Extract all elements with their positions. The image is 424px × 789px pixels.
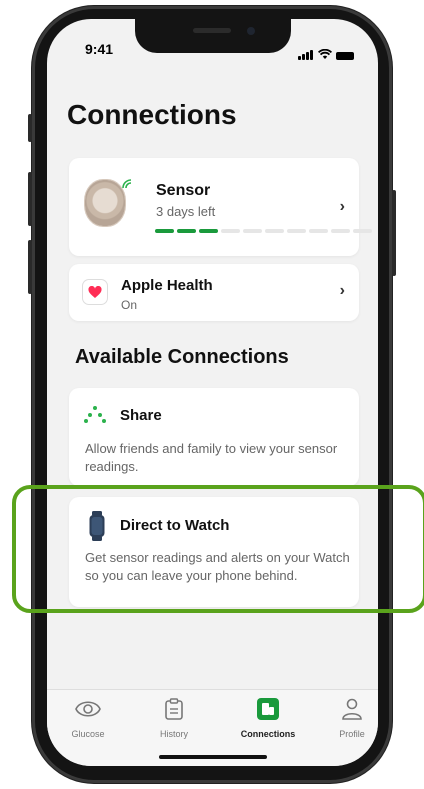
status-icons [298,42,354,60]
apple-health-card[interactable]: Apple Health On › [69,264,359,321]
progress-segment [353,229,372,233]
phone-power-button [392,190,396,276]
progress-segment [199,229,218,233]
profile-icon [342,698,362,720]
status-time: 9:41 [85,41,114,57]
tab-glucose[interactable]: Glucose [53,698,123,739]
share-title: Share [120,407,162,424]
glucose-icon [75,701,101,717]
front-camera [247,27,255,35]
chevron-right-icon: › [339,282,345,299]
phone-side-button-left [28,114,32,142]
tab-profile[interactable]: Profile [317,698,378,739]
history-icon [165,698,183,720]
tab-profile-label: Profile [339,729,365,739]
sensor-subtitle: 3 days left [156,204,216,219]
apple-health-icon [83,280,107,304]
wifi-icon [318,49,332,59]
tab-connections[interactable]: Connections [233,698,303,739]
signal-icon [298,42,314,60]
direct-to-watch-highlight [12,485,424,613]
progress-segment [309,229,328,233]
share-card[interactable]: Share Allow friends and family to view y… [69,388,359,486]
sensor-card[interactable]: Sensor 3 days left › [69,158,372,256]
tab-history[interactable]: History [139,698,209,739]
speaker-grille [193,28,231,33]
tab-history-label: History [159,729,188,739]
sensor-title: Sensor [156,182,211,199]
connections-icon [257,698,279,720]
progress-segment [287,229,306,233]
apple-health-status: On [121,298,138,312]
tab-glucose-label: Glucose [71,729,105,739]
sensor-device-icon [85,180,125,226]
progress-segment [331,229,350,233]
share-icon [84,406,106,423]
page-title: Connections [67,99,237,130]
battery-icon [336,52,354,60]
sensor-signal-icon [122,179,132,189]
available-connections-heading: Available Connections [75,346,289,368]
tab-connections-label: Connections [240,729,296,739]
progress-segment [221,229,240,233]
sensor-life-progress [155,229,372,233]
apple-health-title: Apple Health [121,277,213,294]
phone-screen: 9:41 Connections Sensor 3 days left › Ap… [47,19,378,766]
progress-segment [243,229,262,233]
progress-segment [177,229,196,233]
progress-segment [265,229,284,233]
notch [135,19,291,53]
progress-segment [155,229,174,233]
phone-volume-down [28,240,32,294]
share-description: Allow friends and family to view your se… [85,441,338,474]
phone-volume-up [28,172,32,226]
chevron-right-icon: › [339,198,345,215]
home-indicator [159,755,267,759]
